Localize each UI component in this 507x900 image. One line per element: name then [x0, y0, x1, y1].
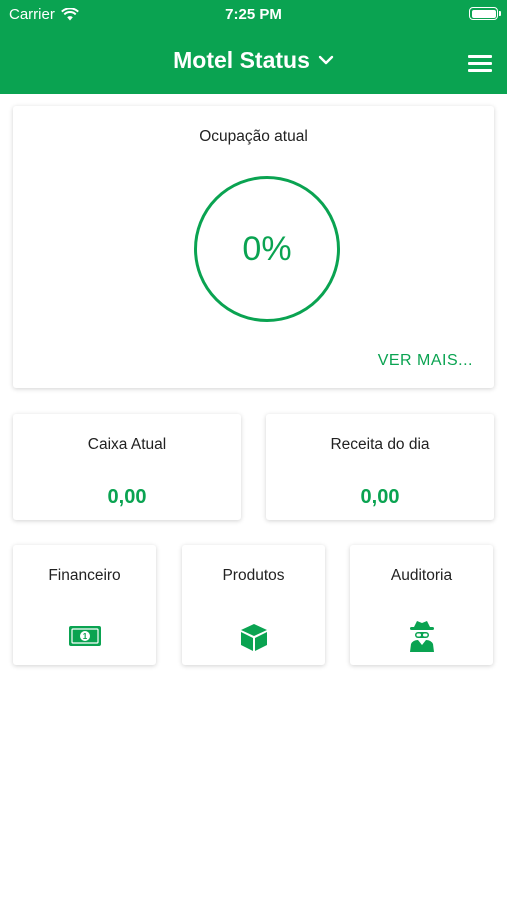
- shortcut-label: Auditoria: [390, 567, 453, 584]
- revenue-value: 0,00: [360, 486, 400, 508]
- shortcut-financeiro[interactable]: Financeiro 1: [13, 545, 156, 665]
- shortcut-label: Produtos: [222, 567, 285, 584]
- box-icon: [240, 624, 267, 651]
- chevron-down-icon: [318, 55, 334, 65]
- app-header: Carrier 7:25 PM Motel Status: [0, 0, 507, 94]
- occupancy-value: 0%: [242, 229, 292, 268]
- title-selector[interactable]: Motel Status: [0, 44, 507, 76]
- cash-label: Caixa Atual: [87, 436, 167, 453]
- cash-value: 0,00: [107, 486, 147, 508]
- page-title: Motel Status: [173, 46, 310, 73]
- clock: 7:25 PM: [225, 6, 282, 23]
- occupancy-label: Ocupação atual: [199, 128, 308, 145]
- menu-icon[interactable]: [468, 55, 492, 73]
- shortcut-auditoria[interactable]: Auditoria: [350, 545, 493, 665]
- money-bill-icon: 1: [68, 626, 101, 646]
- status-bar: Carrier 7:25 PM: [0, 0, 507, 28]
- svg-text:1: 1: [82, 632, 87, 641]
- revenue-card[interactable]: Receita do dia 0,00: [266, 414, 494, 520]
- shortcut-label: Financeiro: [48, 567, 121, 584]
- occupancy-ring: 0%: [194, 176, 340, 322]
- shortcut-produtos[interactable]: Produtos: [182, 545, 325, 665]
- battery-icon: [469, 7, 501, 20]
- cash-card[interactable]: Caixa Atual 0,00: [13, 414, 241, 520]
- spy-icon: [409, 621, 434, 652]
- occupancy-card: Ocupação atual 0% VER MAIS...: [13, 106, 494, 388]
- see-more-link[interactable]: VER MAIS...: [378, 352, 473, 370]
- revenue-label: Receita do dia: [330, 436, 430, 453]
